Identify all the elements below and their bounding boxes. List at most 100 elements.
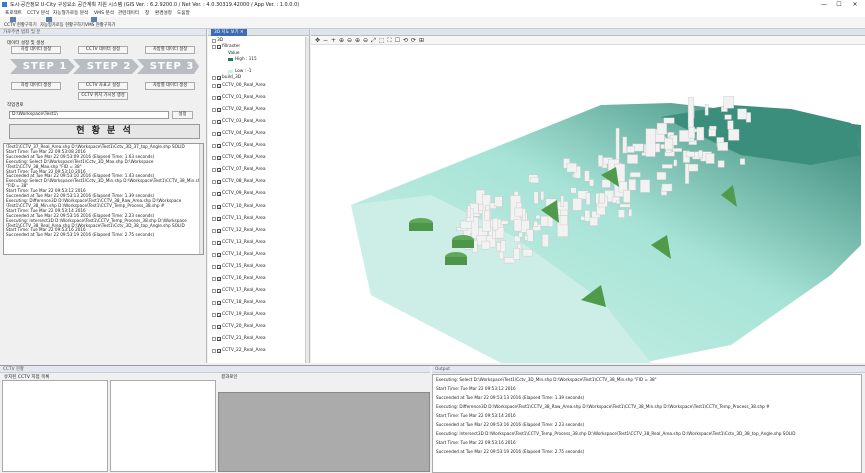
layer-item[interactable]: CCTV_03_Real_Area xyxy=(208,118,308,127)
expand-icon[interactable] xyxy=(212,192,216,197)
menu-vms-analysis[interactable]: VMS 분석 xyxy=(94,10,114,16)
map-tool-icon[interactable]: − xyxy=(322,37,329,44)
map-3d-view[interactable]: ✥ − + ⊕ ⊖ ⊕ ⊖ ⤢ ⬚ ⛶ ☐ ⟲ ⟳ ⊞ xyxy=(311,29,865,363)
layer-item[interactable]: CCTV_00_Real_Area xyxy=(208,82,308,91)
create-area-data-button[interactable]: 자방 데이터 생성 xyxy=(11,82,61,90)
layer-item[interactable]: CCTV_20_Real_Area xyxy=(208,323,308,332)
map-tool-icon[interactable]: ⊕ xyxy=(338,37,345,44)
expand-icon[interactable] xyxy=(212,84,216,88)
expand-icon[interactable] xyxy=(212,288,216,293)
layer-checkbox[interactable] xyxy=(217,76,221,80)
set-region-data-button[interactable]: 자방별 데이터 설정 xyxy=(145,46,195,54)
menu-project[interactable]: 프로젝트 xyxy=(5,10,22,16)
layer-checkbox[interactable] xyxy=(217,180,221,185)
layer-item[interactable]: CCTV_19_Real_Area xyxy=(208,311,308,320)
set-cctv-elevation-button[interactable]: CCTV 자표고 설정 xyxy=(78,82,128,90)
minimize-button[interactable]: — xyxy=(818,0,830,9)
menu-streetlight-analysis[interactable]: 자능형가로등 분석 xyxy=(53,10,88,16)
layer-item[interactable]: CCTV_17_Real_Area xyxy=(208,287,308,296)
layer-checkbox[interactable] xyxy=(217,276,221,281)
map-tool-icon[interactable]: ⟲ xyxy=(402,37,409,44)
map-tool-icon[interactable]: ⛶ xyxy=(386,37,393,44)
map-tool-icon[interactable]: + xyxy=(330,37,337,44)
map-tool-icon[interactable]: ⊖ xyxy=(346,37,353,44)
layer-item[interactable]: CCTV_01_Real_Area xyxy=(208,94,308,103)
map-tool-icon[interactable]: ☐ xyxy=(394,37,401,44)
layer-checkbox[interactable] xyxy=(217,228,221,233)
expand-icon[interactable] xyxy=(212,108,216,113)
layer-item[interactable]: CCTV_21_Real_Area xyxy=(208,335,308,344)
layer-item[interactable]: CCTV_04_Real_Area xyxy=(208,130,308,139)
expand-icon[interactable] xyxy=(212,96,216,101)
layer-checkbox[interactable] xyxy=(217,120,221,125)
set-cctv-data-button[interactable]: CCTV 데이터 설정 xyxy=(78,46,128,54)
map-tool-icon[interactable]: ⊕ xyxy=(354,37,361,44)
log-scrollbar[interactable] xyxy=(199,144,203,254)
cctv-detail-list[interactable] xyxy=(110,380,216,472)
layer-item[interactable]: CCTV_13_Real_Area xyxy=(208,239,308,248)
layer-checkbox[interactable] xyxy=(217,144,221,149)
close-button[interactable]: ✕ xyxy=(849,0,861,9)
expand-icon[interactable] xyxy=(212,252,216,257)
expand-icon[interactable] xyxy=(212,204,216,209)
layer-checkbox[interactable] xyxy=(217,312,221,317)
layer-item[interactable]: CCTV_14_Real_Area xyxy=(208,251,308,260)
expand-icon[interactable] xyxy=(212,300,216,305)
layer-checkbox[interactable] xyxy=(217,349,221,354)
map-tool-icon[interactable]: ⊞ xyxy=(418,37,425,44)
layer-checkbox[interactable] xyxy=(217,168,221,173)
expand-icon[interactable] xyxy=(212,337,216,342)
layer-item[interactable]: CCTV_10_Real_Area xyxy=(208,203,308,212)
expand-icon[interactable] xyxy=(212,312,216,317)
layer-item[interactable]: CCTV_12_Real_Area xyxy=(208,227,308,236)
cctv-status-button[interactable]: CCTV 현황구하기 xyxy=(4,17,37,29)
output-box[interactable]: Executing: Select D:\Workspace\Test1\Cct… xyxy=(432,374,862,473)
create-region-data-button[interactable]: 자방별 데이터 생성 xyxy=(145,82,195,90)
layer-item[interactable]: CCTV_15_Real_Area xyxy=(208,263,308,272)
expand-icon[interactable] xyxy=(212,144,216,149)
expand-icon[interactable] xyxy=(212,180,216,185)
layer-checkbox[interactable] xyxy=(217,45,221,49)
expand-icon[interactable] xyxy=(212,228,216,233)
map-3d-scene[interactable] xyxy=(311,45,865,363)
layer-item[interactable]: CCTV_11_Real_Area xyxy=(208,215,308,224)
workpath-set-button[interactable]: 설정 xyxy=(172,111,193,119)
expand-icon[interactable] xyxy=(212,216,216,221)
layer-checkbox[interactable] xyxy=(217,204,221,209)
layer-checkbox[interactable] xyxy=(217,288,221,293)
menu-help[interactable]: 도움말 xyxy=(177,10,190,16)
map-tool-icon[interactable]: ⤢ xyxy=(370,37,377,44)
set-area-data-button[interactable]: 자방 데이터 설정 xyxy=(11,46,61,54)
expand-icon[interactable] xyxy=(212,120,216,125)
layer-fillraster[interactable]: fillraster xyxy=(208,43,308,52)
layer-checkbox[interactable] xyxy=(217,216,221,221)
analysis-result-box[interactable] xyxy=(218,392,430,472)
layer-item[interactable]: CCTV_09_Real_Area xyxy=(208,190,308,199)
run-analysis-button[interactable]: 현 황 분 석 xyxy=(9,124,200,139)
layer-checkbox[interactable] xyxy=(217,252,221,257)
layer-item[interactable]: CCTV_08_Real_Area xyxy=(208,178,308,187)
streetlight-status-button[interactable]: 자능형가로등 현황구하기 xyxy=(40,17,85,29)
layer-checkbox[interactable] xyxy=(217,84,221,88)
workpath-input[interactable]: D:\Workspace\Test1\ xyxy=(9,111,169,119)
expand-icon[interactable] xyxy=(212,349,216,354)
expand-icon[interactable] xyxy=(212,156,216,161)
expand-icon[interactable] xyxy=(212,240,216,245)
layer-item[interactable]: CCTV_18_Real_Area xyxy=(208,299,308,308)
menu-cctv-analysis[interactable]: CCTV 분석 xyxy=(27,10,49,16)
maximize-button[interactable]: ☐ xyxy=(833,0,845,9)
log-box[interactable]: \Test1\CCTV_37_Real_Area.shp D:\Workspac… xyxy=(3,143,204,255)
layer-item[interactable]: CCTV_05_Real_Area xyxy=(208,142,308,151)
expand-icon[interactable] xyxy=(212,132,216,137)
layer-item[interactable]: CCTV_16_Real_Area xyxy=(208,275,308,284)
expand-icon[interactable] xyxy=(212,276,216,281)
layer-scrollbar[interactable] xyxy=(305,37,309,363)
expand-icon[interactable] xyxy=(212,168,216,173)
expand-icon[interactable] xyxy=(212,264,216,269)
layer-checkbox[interactable] xyxy=(217,337,221,342)
layer-checkbox[interactable] xyxy=(217,96,221,101)
layer-item[interactable]: CCTV_07_Real_Area xyxy=(208,166,308,175)
expand-icon[interactable] xyxy=(212,45,216,49)
layer-checkbox[interactable] xyxy=(217,240,221,245)
layer-checkbox[interactable] xyxy=(217,192,221,197)
